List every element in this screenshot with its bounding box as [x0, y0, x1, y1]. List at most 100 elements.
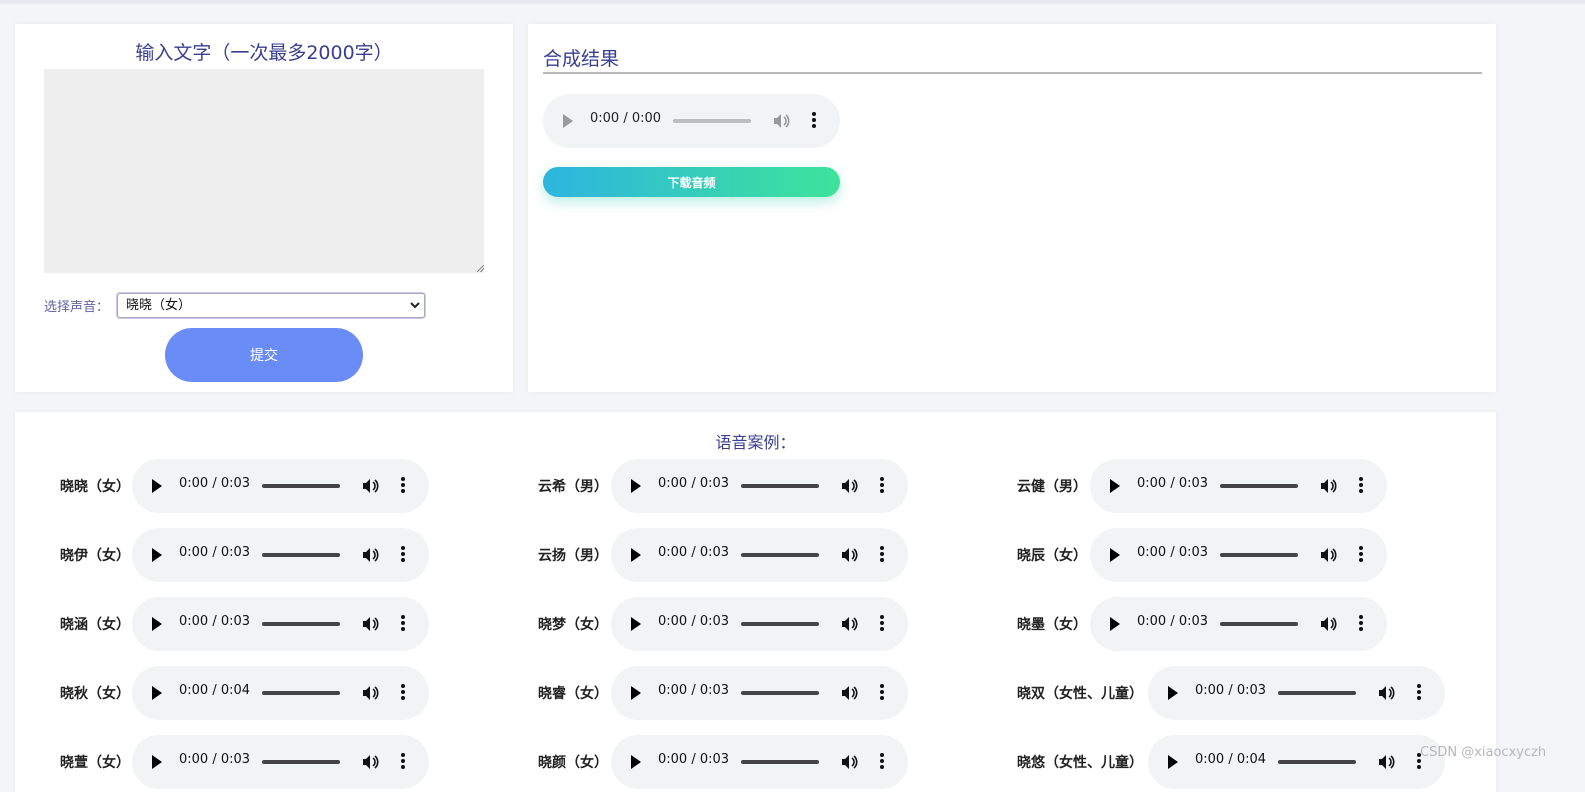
volume-icon[interactable] [1376, 683, 1396, 703]
progress-track[interactable] [741, 484, 819, 488]
more-vert-icon[interactable] [400, 751, 406, 773]
more-vert-icon[interactable] [400, 613, 406, 635]
volume-icon[interactable] [360, 545, 380, 565]
progress-track[interactable] [262, 622, 340, 626]
volume-icon[interactable] [1376, 752, 1396, 772]
sample-label: 晓伊（女） [60, 548, 130, 564]
player-time: 0:00 / 0:03 [658, 752, 730, 767]
play-icon[interactable] [631, 686, 641, 700]
more-vert-icon[interactable] [879, 613, 885, 635]
more-vert-icon[interactable] [400, 682, 406, 704]
progress-track[interactable] [673, 119, 751, 123]
volume-icon[interactable] [1318, 545, 1338, 565]
volume-icon[interactable] [771, 111, 791, 131]
progress-track[interactable] [262, 760, 340, 764]
progress-track[interactable] [1220, 484, 1298, 488]
download-audio-button[interactable]: 下载音频 [543, 167, 840, 197]
more-vert-icon[interactable] [1416, 682, 1422, 704]
progress-track[interactable] [262, 484, 340, 488]
play-icon[interactable] [631, 479, 641, 493]
player-time: 0:00 / 0:03 [1137, 476, 1209, 491]
volume-icon[interactable] [360, 614, 380, 634]
sample-audio-player[interactable]: 0:00 / 0:04 [1148, 735, 1445, 789]
resize-handle[interactable] [477, 265, 484, 272]
more-vert-icon[interactable] [879, 682, 885, 704]
play-icon[interactable] [152, 548, 162, 562]
play-icon[interactable] [631, 548, 641, 562]
progress-track[interactable] [741, 622, 819, 626]
sample-audio-player[interactable]: 0:00 / 0:03 [132, 459, 429, 513]
volume-icon[interactable] [1318, 476, 1338, 496]
player-time: 0:00 / 0:04 [179, 683, 251, 698]
sample-label: 晓涵（女） [60, 617, 130, 633]
play-icon[interactable] [1110, 617, 1120, 631]
play-icon[interactable] [1110, 548, 1120, 562]
sample-audio-player[interactable]: 0:00 / 0:03 [132, 597, 429, 651]
play-icon[interactable] [152, 755, 162, 769]
play-icon[interactable] [152, 686, 162, 700]
sample-label: 晓晓（女） [60, 479, 130, 495]
sample-audio-player[interactable]: 0:00 / 0:03 [611, 735, 908, 789]
text-input[interactable] [44, 69, 484, 273]
result-audio-player[interactable]: 0:00 / 0:00 [543, 94, 840, 148]
sample-audio-player[interactable]: 0:00 / 0:03 [611, 459, 908, 513]
play-icon[interactable] [152, 479, 162, 493]
sample-audio-player[interactable]: 0:00 / 0:03 [1090, 528, 1387, 582]
result-title: 合成结果 [543, 48, 620, 70]
player-time: 0:00 / 0:03 [179, 545, 251, 560]
volume-icon[interactable] [839, 476, 859, 496]
volume-icon[interactable] [360, 752, 380, 772]
more-vert-icon[interactable] [879, 751, 885, 773]
sample-label: 晓悠（女性、儿童） [1017, 755, 1143, 771]
result-panel: 合成结果 0:00 / 0:00 下载音频 [528, 24, 1496, 392]
volume-icon[interactable] [360, 683, 380, 703]
samples-title: 语音案例： [715, 433, 796, 452]
progress-track[interactable] [1220, 553, 1298, 557]
more-vert-icon[interactable] [1358, 613, 1364, 635]
player-time: 0:00 / 0:00 [590, 111, 662, 126]
more-vert-icon[interactable] [400, 544, 406, 566]
sample-audio-player[interactable]: 0:00 / 0:04 [132, 666, 429, 720]
sample-audio-player[interactable]: 0:00 / 0:03 [1090, 597, 1387, 651]
play-icon[interactable] [1168, 755, 1178, 769]
play-icon[interactable] [631, 617, 641, 631]
top-border [0, 0, 1585, 4]
progress-track[interactable] [741, 691, 819, 695]
more-vert-icon[interactable] [400, 475, 406, 497]
sample-label: 晓秋（女） [60, 686, 130, 702]
sample-audio-player[interactable]: 0:00 / 0:03 [132, 528, 429, 582]
sample-audio-player[interactable]: 0:00 / 0:03 [1090, 459, 1387, 513]
more-vert-icon[interactable] [811, 110, 817, 132]
progress-track[interactable] [262, 691, 340, 695]
progress-track[interactable] [741, 553, 819, 557]
chevron-down-icon [410, 294, 420, 325]
voice-select[interactable]: 晓晓（女） [117, 293, 425, 318]
play-icon[interactable] [631, 755, 641, 769]
sample-audio-player[interactable]: 0:00 / 0:03 [611, 666, 908, 720]
progress-track[interactable] [1220, 622, 1298, 626]
voice-label: 选择声音： [44, 300, 110, 315]
more-vert-icon[interactable] [1358, 544, 1364, 566]
progress-track[interactable] [1278, 760, 1356, 764]
volume-icon[interactable] [839, 545, 859, 565]
volume-icon[interactable] [360, 476, 380, 496]
progress-track[interactable] [741, 760, 819, 764]
play-icon[interactable] [1168, 686, 1178, 700]
volume-icon[interactable] [839, 614, 859, 634]
sample-audio-player[interactable]: 0:00 / 0:03 [132, 735, 429, 789]
play-icon[interactable] [1110, 479, 1120, 493]
more-vert-icon[interactable] [1358, 475, 1364, 497]
more-vert-icon[interactable] [879, 544, 885, 566]
sample-audio-player[interactable]: 0:00 / 0:03 [1148, 666, 1445, 720]
sample-audio-player[interactable]: 0:00 / 0:03 [611, 597, 908, 651]
submit-button[interactable]: 提交 [165, 328, 363, 382]
volume-icon[interactable] [1318, 614, 1338, 634]
progress-track[interactable] [262, 553, 340, 557]
progress-track[interactable] [1278, 691, 1356, 695]
play-icon[interactable] [152, 617, 162, 631]
play-icon[interactable] [563, 114, 573, 128]
volume-icon[interactable] [839, 752, 859, 772]
sample-audio-player[interactable]: 0:00 / 0:03 [611, 528, 908, 582]
more-vert-icon[interactable] [879, 475, 885, 497]
volume-icon[interactable] [839, 683, 859, 703]
